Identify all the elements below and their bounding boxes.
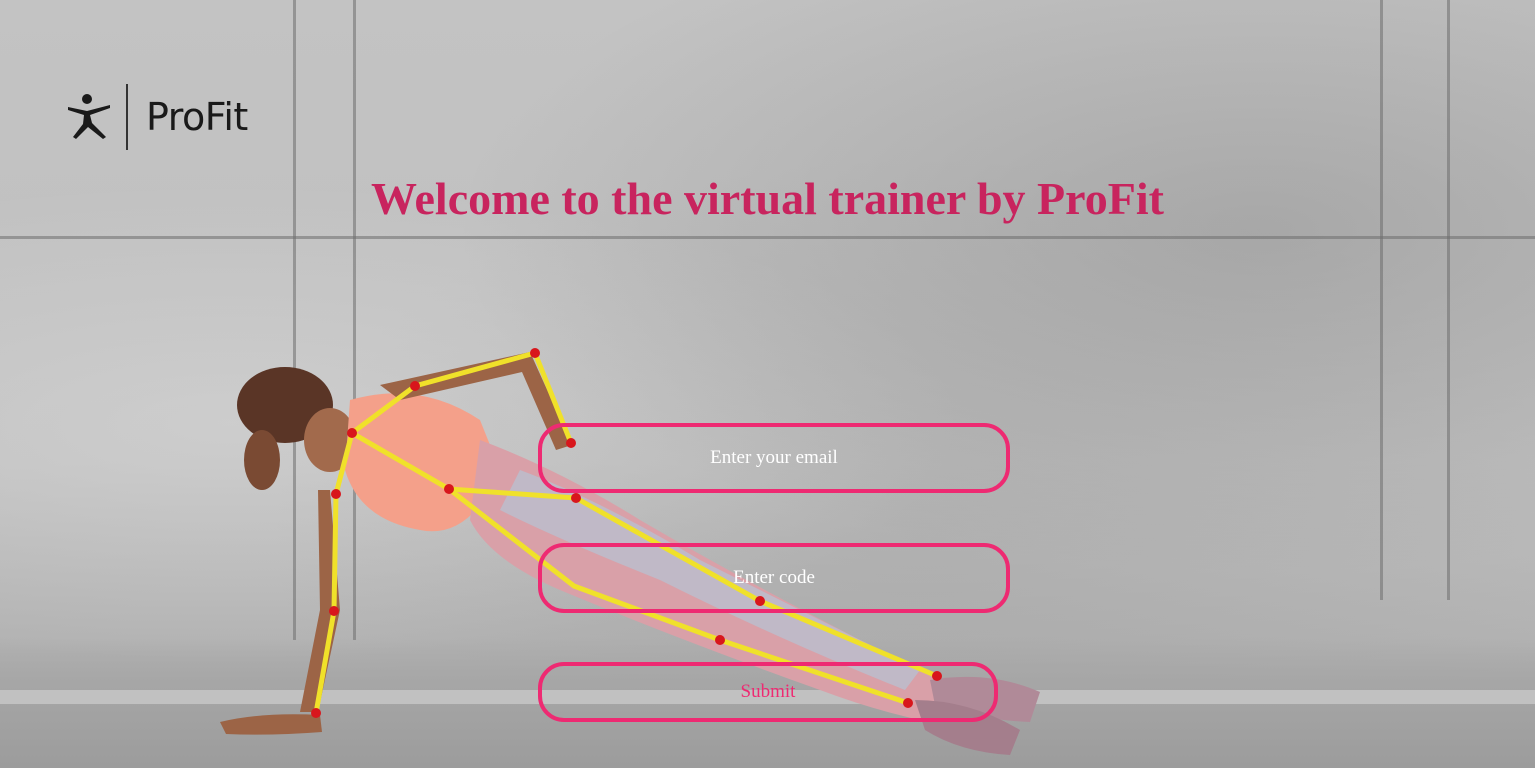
submit-button[interactable]: Submit <box>538 662 998 722</box>
email-input[interactable] <box>538 423 1010 493</box>
page-title: Welcome to the virtual trainer by ProFit <box>371 173 1164 224</box>
brand-logo: ProFit <box>66 84 248 150</box>
yoga-pose-icon <box>68 94 110 139</box>
code-input[interactable] <box>538 543 1010 613</box>
logo-divider <box>126 84 128 150</box>
brand-name: ProFit <box>146 95 248 139</box>
